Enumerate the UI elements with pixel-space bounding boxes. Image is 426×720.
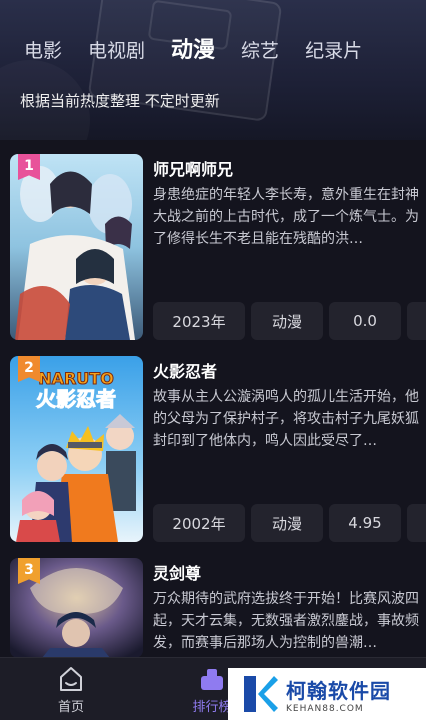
watermark-logo-icon [244, 676, 278, 712]
list-item[interactable]: NARUTO 火影忍者 2 火影忍者 故事从主人公漩涡鸣人的孤儿生活开始，他的父… [10, 356, 426, 542]
year-chip: 2023年 [153, 302, 245, 340]
tab-documentary[interactable]: 纪录片 [305, 38, 362, 64]
more-chip [407, 504, 426, 542]
header-banner: 电影 电视剧 动漫 综艺 纪录片 根据当前热度整理 不定时更新 [0, 0, 426, 140]
nav-home-label: 首页 [57, 700, 84, 715]
site-watermark: 柯翰软件园 KEHAN88.COM [228, 668, 426, 720]
item-meta: 2002年 动漫 4.95 [153, 504, 426, 542]
poster-image[interactable]: 3 [10, 558, 143, 658]
score-chip: 4.95 [329, 504, 401, 542]
watermark-url: KEHAN88.COM [286, 703, 364, 714]
svg-text:火影忍者: 火影忍者 [36, 387, 116, 411]
tab-variety[interactable]: 综艺 [241, 38, 279, 64]
year-chip: 2002年 [153, 504, 245, 542]
item-meta: 2023年 动漫 0.0 [153, 302, 426, 340]
category-tabs: 电影 电视剧 动漫 综艺 纪录片 [24, 38, 362, 64]
svg-text:NARUTO: NARUTO [38, 369, 114, 388]
more-chip [407, 302, 426, 340]
home-icon [31, 664, 111, 694]
item-description: 万众期待的武府选拔终于开始！比赛风波四起，天才云集，无数强者激烈鏖战，事故频发，… [153, 591, 419, 651]
item-description: 故事从主人公漩涡鸣人的孤儿生活开始，他的父母为了保护村子，将攻击村子九尾妖狐封印… [153, 389, 419, 449]
tab-tv[interactable]: 电视剧 [88, 38, 145, 64]
score-chip: 0.0 [329, 302, 401, 340]
tab-anime[interactable]: 动漫 [171, 38, 215, 64]
ranking-subtitle: 根据当前热度整理 不定时更新 [20, 92, 220, 110]
list-item[interactable]: 1 师兄啊师兄 身患绝症的年轻人李长寿，意外重生在封神大战之前的上古时代，成了一… [10, 154, 426, 340]
item-title[interactable]: 灵剑尊 [153, 560, 201, 584]
type-chip: 动漫 [251, 504, 323, 542]
poster-image[interactable]: 1 [10, 154, 143, 340]
item-description: 身患绝症的年轻人李长寿，意外重生在封神大战之前的上古时代，成了一个炼气士。为了修… [153, 187, 419, 247]
poster-image[interactable]: NARUTO 火影忍者 2 [10, 356, 143, 542]
item-title[interactable]: 火影忍者 [153, 358, 217, 382]
item-title[interactable]: 师兄啊师兄 [153, 156, 233, 180]
nav-home[interactable]: 首页 [31, 664, 111, 715]
type-chip: 动漫 [251, 302, 323, 340]
watermark-text: 柯翰软件园 [286, 678, 391, 703]
tab-movie[interactable]: 电影 [24, 38, 62, 64]
